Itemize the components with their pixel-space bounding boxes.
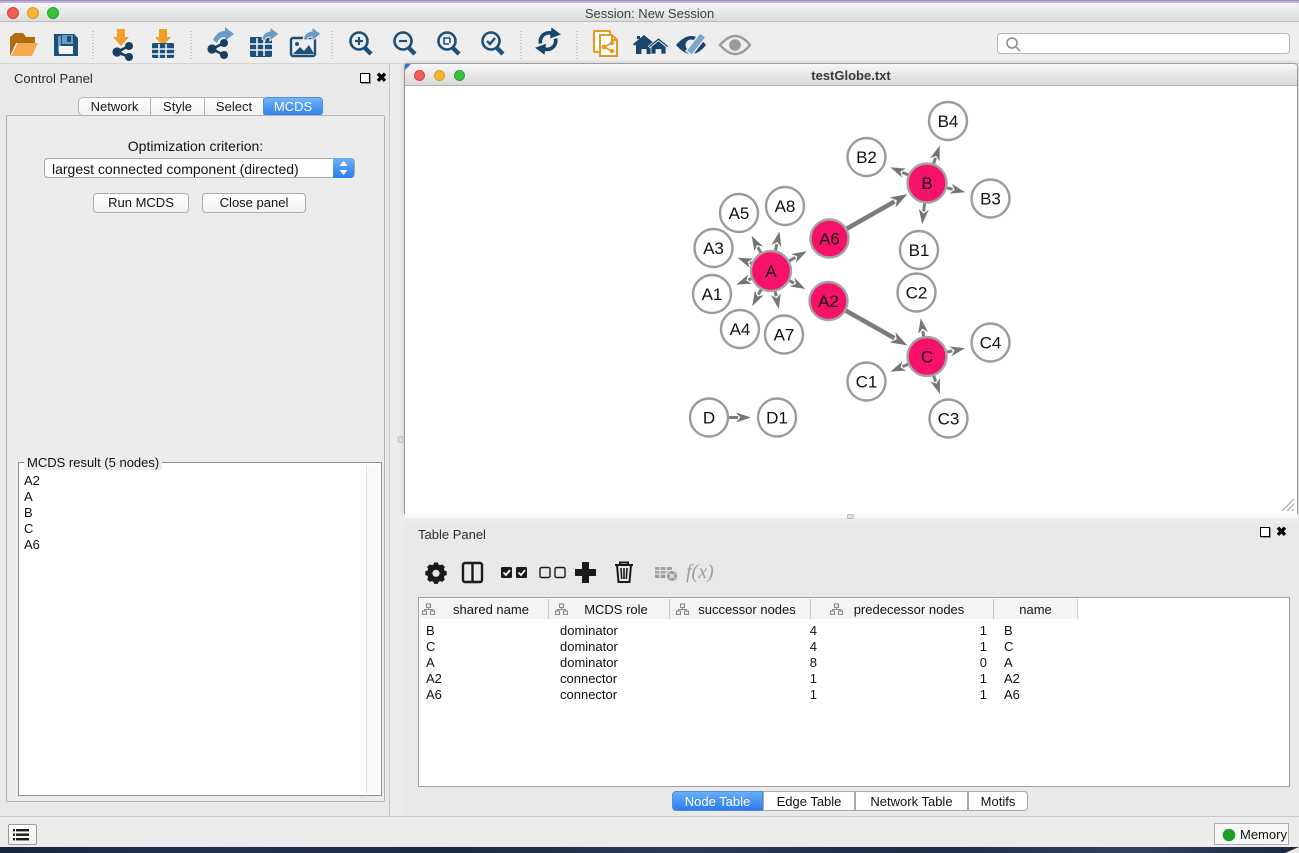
svg-text:C3: C3 — [938, 410, 960, 429]
svg-text:A6: A6 — [819, 230, 840, 249]
svg-text:D: D — [703, 409, 715, 428]
svg-text:C: C — [921, 348, 933, 367]
svg-text:B1: B1 — [909, 241, 930, 260]
svg-text:C2: C2 — [906, 284, 928, 303]
svg-text:B2: B2 — [856, 148, 877, 167]
svg-text:A8: A8 — [775, 197, 796, 216]
svg-text:A7: A7 — [774, 326, 795, 345]
svg-text:f(x): f(x) — [686, 561, 714, 583]
svg-text:C1: C1 — [856, 373, 878, 392]
svg-text:A2: A2 — [818, 292, 839, 311]
svg-text:B3: B3 — [980, 190, 1001, 209]
svg-text:A1: A1 — [702, 285, 723, 304]
svg-text:A5: A5 — [729, 204, 750, 223]
svg-text:C4: C4 — [980, 334, 1002, 353]
svg-text:D1: D1 — [766, 409, 788, 428]
svg-text:B4: B4 — [938, 112, 959, 131]
svg-text:A4: A4 — [730, 320, 751, 339]
svg-text:A3: A3 — [703, 239, 724, 258]
svg-text:B: B — [921, 174, 932, 193]
svg-text:A: A — [765, 262, 777, 281]
